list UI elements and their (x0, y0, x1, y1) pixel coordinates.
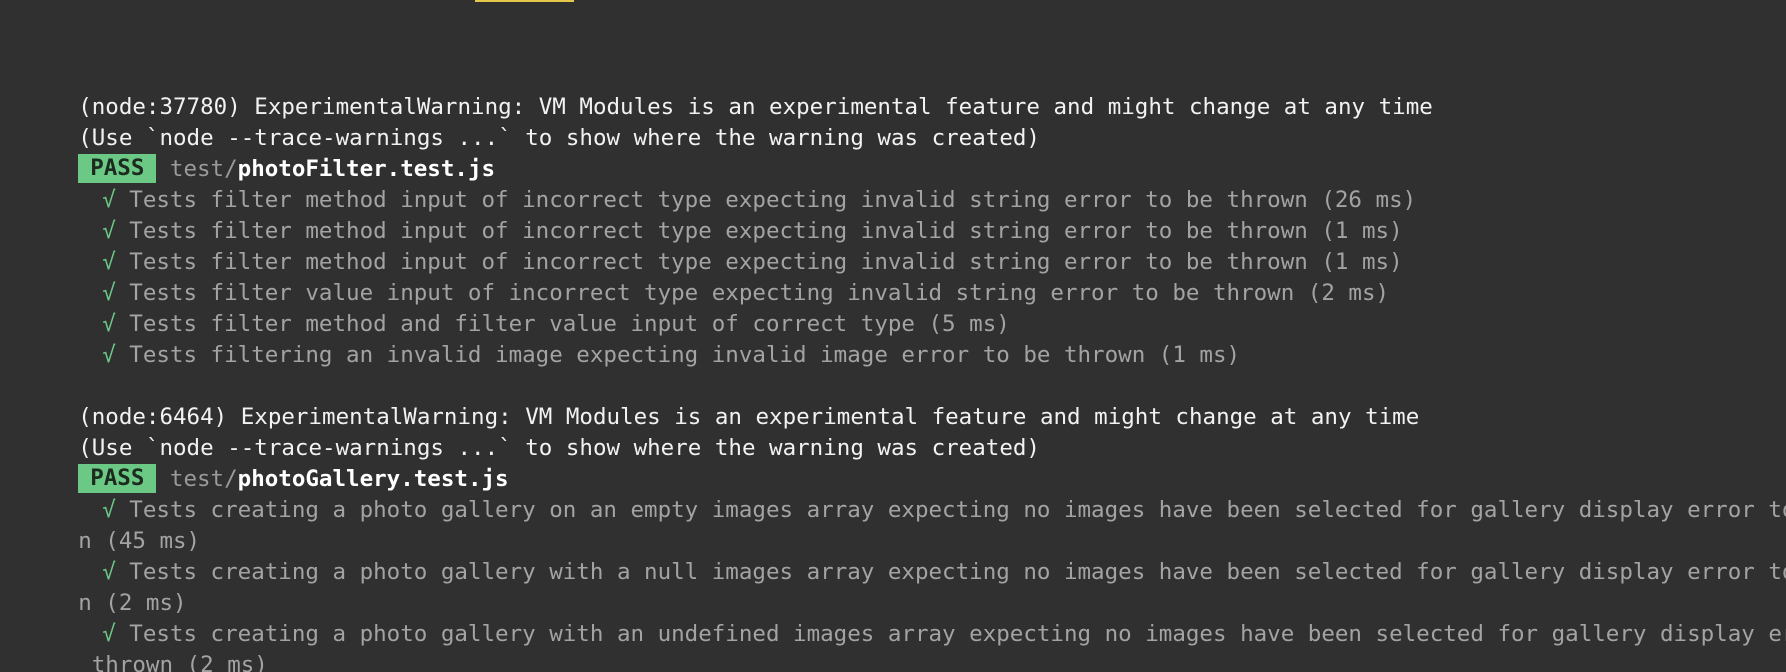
test-name: Tests filtering an invalid image expecti… (129, 342, 1241, 368)
test-suite-header: PASS test/photoGallery.test.js (0, 433, 509, 493)
experimental-warning-line: (node:37780) ExperimentalWarning: VM Mod… (0, 61, 1433, 120)
test-result-row: √ Tests creating a photo gallery on an e… (0, 464, 1786, 523)
test-result-row: √ Tests filter method input of incorrect… (0, 154, 1416, 213)
experimental-warning-line: (node:6464) ExperimentalWarning: VM Modu… (0, 371, 1419, 430)
scroll-position-marker (475, 0, 574, 2)
test-result-row: √ Tests creating a photo gallery with a … (0, 526, 1786, 585)
test-result-row: √ Tests filter value input of incorrect … (0, 247, 1389, 306)
test-result-row: √ Tests filter method and filter value i… (0, 278, 1010, 337)
test-result-row: √ Tests filter method input of incorrect… (0, 216, 1402, 275)
test-suite-header: PASS test/photoFilter.test.js (0, 123, 495, 183)
test-result-row: √ Tests filtering an invalid image expec… (0, 309, 1240, 368)
check-icon: √ (102, 342, 116, 368)
test-result-row-wrap: thrown (2 ms) (0, 619, 268, 672)
test-result-row-wrap: n (45 ms) (0, 495, 200, 554)
trace-warnings-hint-line: (Use `node --trace-warnings ...` to show… (0, 92, 1040, 151)
test-result-row: √ Tests filter method input of incorrect… (0, 185, 1402, 244)
test-name: Tests creating a photo gallery with a nu… (129, 559, 1786, 585)
trace-warnings-hint-line: (Use `node --trace-warnings ...` to show… (0, 402, 1040, 461)
terminal-output: (node:37780) ExperimentalWarning: VM Mod… (0, 0, 1786, 672)
test-result-row-wrap: n (2 ms) (0, 557, 186, 616)
test-name: Tests creating a photo gallery with an u… (129, 621, 1786, 647)
test-name: Tests creating a photo gallery on an emp… (129, 497, 1786, 523)
test-result-row: √ Tests creating a photo gallery with an… (0, 588, 1786, 647)
test-name-continuation: thrown (2 ms) (78, 652, 268, 672)
